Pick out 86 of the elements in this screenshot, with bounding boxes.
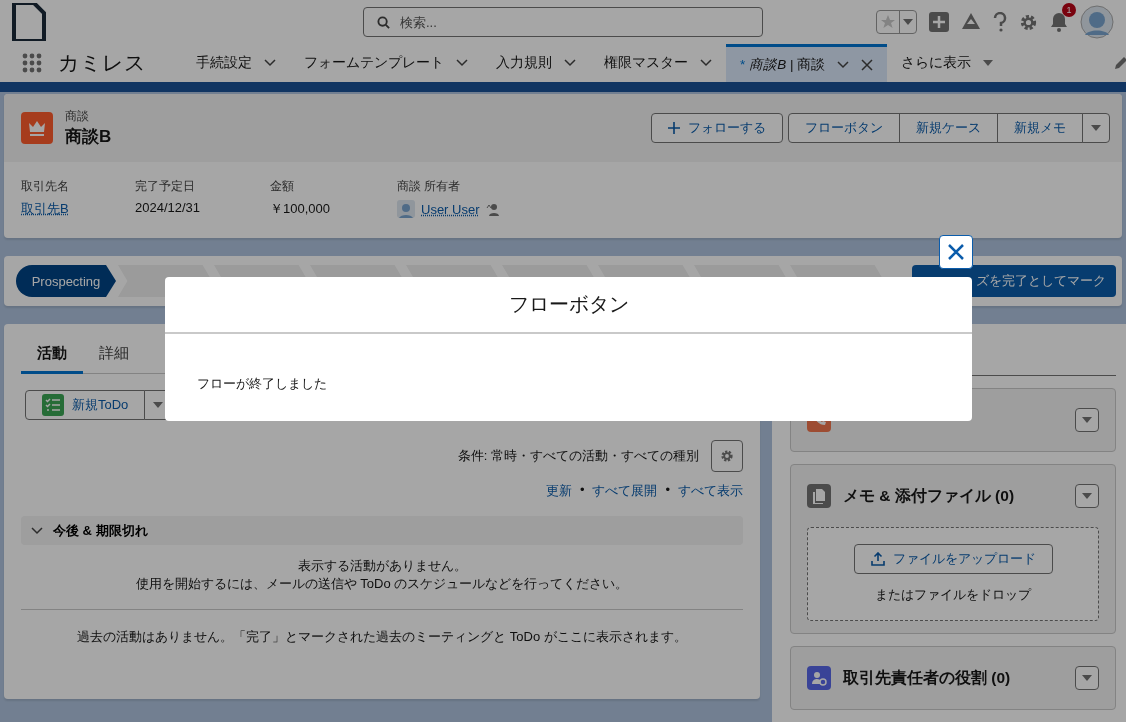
caret-icon — [983, 60, 994, 66]
caret-icon — [1091, 125, 1101, 131]
star-icon — [880, 14, 896, 30]
notification-badge: 1 — [1062, 3, 1076, 17]
field-value: 2024/12/31 — [135, 200, 202, 215]
search-icon — [377, 16, 390, 29]
avatar-icon[interactable] — [1080, 5, 1114, 39]
path-stage[interactable]: Prospecting — [16, 265, 116, 297]
section-header[interactable]: 今後 & 期限切れ — [21, 516, 743, 545]
action-button[interactable]: 新規ケース — [899, 113, 998, 143]
close-icon — [947, 243, 965, 261]
modal-message: フローが終了しました — [197, 376, 327, 391]
help-icon[interactable] — [993, 12, 1007, 32]
action-link[interactable]: すべて展開 — [592, 482, 658, 500]
chevron-down-icon — [31, 526, 43, 535]
caret-icon — [1082, 675, 1092, 681]
follow-button[interactable]: フォローする — [651, 113, 783, 143]
empty-message: 表示する活動がありません。 — [296, 557, 468, 575]
caret-icon — [153, 402, 164, 408]
search-field[interactable]: 検索... — [363, 7, 763, 37]
app-launcher-icon[interactable] — [22, 53, 42, 73]
upload-button[interactable]: ファイルをアップロード — [853, 544, 1053, 574]
plus-icon — [668, 122, 680, 134]
mountain-icon[interactable] — [961, 12, 981, 32]
notifications-icon[interactable] — [1050, 12, 1068, 32]
pencil-icon[interactable] — [1114, 56, 1126, 70]
action-link[interactable]: 更新 — [545, 482, 572, 500]
more-tab[interactable]: さらに表示 — [887, 44, 1008, 82]
field-value: ￥100,000 — [270, 200, 331, 218]
new-todo-button[interactable]: 新規ToDo — [25, 390, 146, 420]
action-link[interactable]: すべて表示 — [678, 482, 743, 500]
person-icon — [807, 666, 831, 690]
user-avatar-icon — [397, 200, 415, 218]
object-type: 商談 — [65, 108, 90, 125]
document-icon[interactable] — [12, 3, 46, 41]
nav-tab[interactable]: 手続設定 — [182, 44, 290, 82]
empty-message: 使用を開始するには、メールの送信や ToDo のスケジュールなどを行ってください。 — [134, 575, 630, 593]
favorites-button[interactable] — [876, 10, 917, 34]
filter-settings-button[interactable] — [711, 440, 743, 472]
field-label: 取引先名 — [21, 178, 70, 195]
settings-icon[interactable] — [1019, 12, 1038, 32]
separator-dot: • — [665, 482, 670, 499]
panel-tab[interactable]: 詳細 — [83, 336, 145, 374]
chevron-down-icon — [456, 59, 468, 67]
drop-hint: またはファイルをドロップ — [875, 586, 1031, 604]
field-label: 金額 — [270, 178, 295, 195]
app-name: カミレス — [58, 50, 146, 76]
card-title: メモ & 添付ファイル (0) — [843, 485, 1016, 506]
upload-icon — [870, 552, 885, 566]
change-owner-icon[interactable] — [485, 202, 500, 216]
caret-icon — [1082, 493, 1092, 499]
owner-link[interactable]: User User — [421, 201, 480, 217]
caret-icon — [903, 19, 913, 25]
crown-icon — [21, 112, 53, 144]
action-button[interactable]: フローボタン — [788, 113, 900, 143]
drop-zone[interactable]: ファイルをアップロード またはファイルをドロップ — [807, 527, 1099, 621]
chevron-down-icon — [264, 59, 276, 67]
modal-title: フローボタン — [165, 277, 972, 334]
settings-icon — [720, 449, 734, 463]
nav-tab[interactable]: 入力規則 — [482, 44, 590, 82]
nav-tab[interactable]: * 商談B | 商談 — [726, 44, 888, 82]
dropdown-button[interactable] — [1075, 408, 1099, 432]
caret-icon — [1082, 417, 1092, 423]
empty-message: 過去の活動はありません。「完了」とマークされた過去のミーティングと ToDo がここに表示されます。 — [76, 628, 688, 646]
filter-summary: 条件: 常時・すべての活動・すべての種別 — [457, 447, 699, 465]
dropdown-button[interactable] — [1075, 666, 1099, 690]
action-button[interactable]: 新規メモ — [997, 113, 1083, 143]
field-label: 完了予定日 — [135, 178, 196, 195]
close-icon[interactable] — [861, 58, 874, 71]
separator-dot: • — [579, 482, 585, 499]
panel-tab[interactable]: 活動 — [21, 336, 83, 374]
more-actions-button[interactable] — [1082, 113, 1110, 143]
documents-icon — [807, 484, 831, 508]
chevron-down-icon — [700, 59, 712, 67]
nav-tab[interactable]: 権限マスター — [590, 44, 726, 82]
record-name: 商談B — [65, 126, 113, 148]
chevron-down-icon — [837, 60, 850, 69]
close-button[interactable] — [939, 235, 973, 269]
account-link[interactable]: 取引先B — [21, 200, 69, 218]
card-title: 取引先責任者の役割 (0) — [843, 667, 1012, 688]
plus-icon[interactable] — [929, 12, 949, 32]
checklist-icon — [42, 394, 64, 416]
dropdown-button[interactable] — [1075, 484, 1099, 508]
field-label: 商談 所有者 — [397, 178, 462, 195]
nav-tab[interactable]: フォームテンプレート — [290, 44, 482, 82]
chevron-down-icon — [564, 59, 576, 67]
